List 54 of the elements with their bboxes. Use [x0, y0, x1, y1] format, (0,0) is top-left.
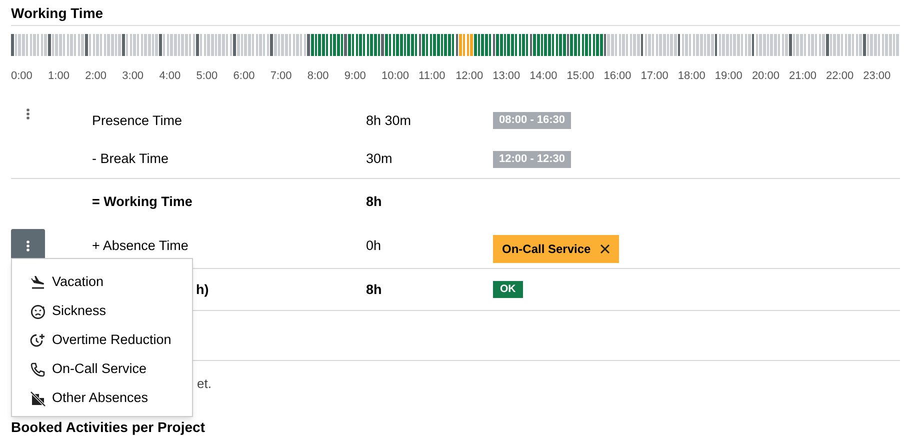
- menu-item[interactable]: Vacation: [12, 268, 192, 297]
- row-label: h): [196, 282, 209, 296]
- hour-label: 7:00: [270, 70, 292, 82]
- hour-label: 8:00: [307, 70, 329, 82]
- clock-plus-icon: [30, 332, 46, 348]
- hour-label: 18:00: [678, 70, 706, 82]
- hour-label: 21:00: [788, 70, 817, 82]
- hour-label: 12:00: [456, 70, 484, 82]
- hour-label: 9:00: [344, 70, 366, 82]
- crossed-building-icon: [30, 390, 46, 406]
- row-value: 0h: [366, 238, 382, 253]
- row-label: - Break Time: [92, 151, 169, 166]
- hour-label: 22:00: [826, 70, 854, 82]
- hour-label: 23:00: [863, 70, 891, 82]
- hour-label: 3:00: [122, 70, 144, 82]
- hour-label: 6:00: [233, 70, 255, 82]
- hour-label: 4:00: [159, 70, 181, 82]
- time-range-badge: 08:00 - 16:30: [493, 112, 572, 129]
- menu-item[interactable]: Other Absences: [12, 384, 192, 413]
- hour-label: 14:00: [530, 70, 558, 82]
- hour-label: 15:00: [566, 70, 594, 82]
- hour-label: 13:00: [492, 70, 520, 82]
- airplane-icon: [30, 274, 46, 290]
- phone-icon: [30, 362, 46, 378]
- status-badge: OK: [493, 281, 523, 298]
- time-range-badge: 12:00 - 12:30: [493, 150, 572, 168]
- hour-label: 10:00: [381, 70, 409, 82]
- hour-label: 16:00: [604, 70, 632, 82]
- section-heading: Booked Activities per Project: [11, 419, 205, 435]
- hour-label: 1:00: [48, 70, 70, 82]
- sad-face-icon: [30, 304, 46, 320]
- hour-label: 0:00: [11, 70, 32, 82]
- row-value: 30m: [366, 151, 392, 166]
- hour-label: 5:00: [196, 70, 218, 82]
- absence-tag: On-Call Service: [493, 235, 619, 263]
- hour-label: 17:00: [640, 70, 668, 82]
- row-value: 8h: [366, 194, 382, 208]
- more-vertical-icon: [26, 240, 30, 252]
- hour-label: 19:00: [714, 70, 742, 82]
- more-vertical-icon: [26, 108, 30, 120]
- row-label: Presence Time: [92, 112, 182, 128]
- hour-label: 2:00: [85, 70, 107, 82]
- row-value: 8h: [366, 282, 382, 296]
- row-label: + Absence Time: [92, 238, 188, 253]
- menu-item[interactable]: Sickness: [12, 297, 192, 326]
- menu-item[interactable]: Overtime Reduction: [12, 326, 192, 355]
- section-heading: Working Time: [11, 0, 900, 26]
- menu-item[interactable]: On-Call Service: [12, 355, 192, 384]
- hour-label: 20:00: [752, 70, 780, 82]
- info-text: et.: [197, 376, 212, 391]
- close-icon[interactable]: [600, 244, 610, 254]
- row-value: 8h 30m: [366, 112, 412, 128]
- hour-label: 11:00: [418, 70, 446, 82]
- row-label: = Working Time: [92, 194, 192, 208]
